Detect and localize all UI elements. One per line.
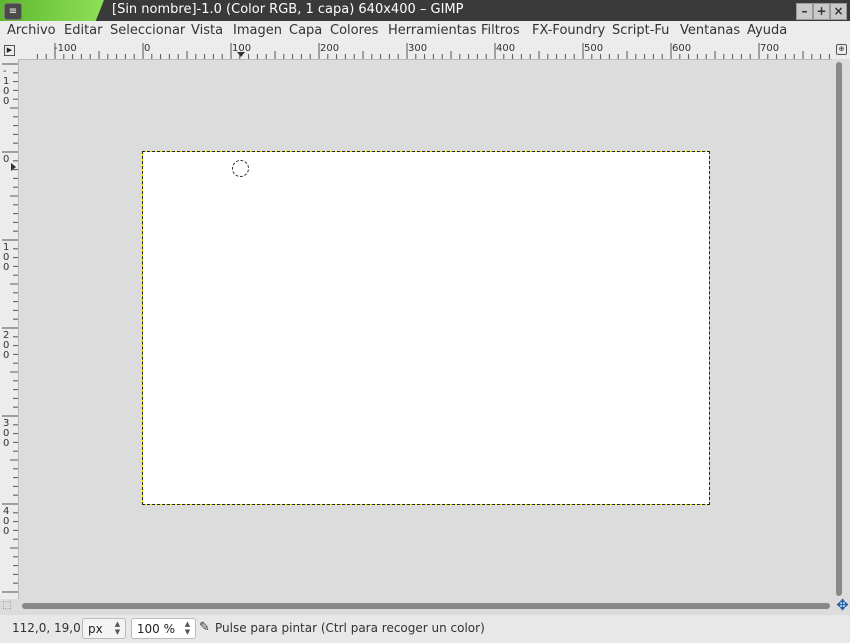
menu-colores[interactable]: Colores bbox=[330, 23, 378, 38]
minimize-button[interactable]: – bbox=[796, 3, 813, 20]
menu-editar[interactable]: Editar bbox=[64, 23, 103, 38]
window-title: [Sin nombre]-1.0 (Color RGB, 1 capa) 640… bbox=[112, 2, 464, 17]
pointer-coordinates: 112,0, 19,0 bbox=[12, 621, 81, 635]
image-canvas[interactable] bbox=[142, 151, 710, 505]
zoom-value: 100 % bbox=[136, 622, 175, 636]
ruler-h-label: 300 bbox=[408, 43, 427, 54]
title-bar: ≡ [Sin nombre]-1.0 (Color RGB, 1 capa) 6… bbox=[0, 0, 850, 21]
menu-toggle-button[interactable]: ▶ bbox=[0, 41, 18, 59]
spin-arrows-icon[interactable]: ▲ ▼ bbox=[112, 620, 123, 637]
ruler-v-label: -1 0 0 bbox=[3, 66, 9, 107]
menu-filtros[interactable]: Filtros bbox=[481, 23, 520, 38]
vertical-ruler-scale: -1 0 0 0 1 0 0 2 0 0 3 0 0 4 0 0 bbox=[2, 63, 18, 593]
ruler-v-label: 0 bbox=[3, 154, 9, 165]
ruler-v-label: 200 bbox=[3, 330, 9, 361]
ruler-v-label: 100 bbox=[3, 242, 9, 273]
unit-value: px bbox=[88, 622, 103, 636]
ruler-h-label: 0 bbox=[144, 43, 150, 54]
vertical-scrollbar[interactable] bbox=[836, 62, 842, 596]
horizontal-scrollbar[interactable] bbox=[22, 603, 830, 609]
menu-ayuda[interactable]: Ayuda bbox=[747, 23, 787, 38]
menu-capa[interactable]: Capa bbox=[289, 23, 322, 38]
status-bar: 112,0, 19,0 px ▲ ▼ 100 % ▲ ▼ ✎ Pulse para … bbox=[0, 615, 850, 643]
horizontal-ruler-scale: -100 0 100 200 300 400 500 600 700 bbox=[36, 43, 830, 59]
ruler-h-label: 200 bbox=[320, 43, 339, 54]
maximize-button[interactable]: + bbox=[813, 3, 830, 20]
ruler-pointer-marker bbox=[237, 52, 245, 57]
ruler-h-label: -100 bbox=[54, 43, 77, 54]
menu-script-fu[interactable]: Script-Fu bbox=[612, 23, 669, 38]
ruler-h-label: 700 bbox=[760, 43, 779, 54]
quick-mask-icon[interactable]: ⬚ bbox=[2, 600, 16, 612]
ruler-h-label: 600 bbox=[672, 43, 691, 54]
vertical-ruler[interactable]: -1 0 0 0 1 0 0 2 0 0 3 0 0 4 0 0 bbox=[0, 59, 19, 599]
menu-seleccionar[interactable]: Seleccionar bbox=[110, 23, 185, 38]
ruler-h-label: 500 bbox=[584, 43, 603, 54]
unit-select[interactable]: px ▲ ▼ bbox=[82, 618, 126, 639]
menu-bar: Archivo Editar Seleccionar Vista Imagen … bbox=[0, 21, 850, 41]
navigate-icon[interactable]: ✥ bbox=[835, 598, 850, 613]
spin-arrows-icon[interactable]: ▲ ▼ bbox=[182, 620, 193, 637]
menu-herramientas[interactable]: Herramientas bbox=[388, 23, 477, 38]
menu-imagen[interactable]: Imagen bbox=[233, 23, 282, 38]
zoom-input[interactable]: 100 % ▲ ▼ bbox=[131, 618, 196, 639]
ruler-v-label: 400 bbox=[3, 506, 9, 537]
menu-ventanas[interactable]: Ventanas bbox=[680, 23, 740, 38]
arrow-right-icon: ▶ bbox=[4, 45, 15, 56]
menu-vista[interactable]: Vista bbox=[191, 23, 223, 38]
magnifier-icon: ⊕ bbox=[836, 44, 847, 55]
ruler-v-label: 300 bbox=[3, 418, 9, 449]
close-button[interactable]: × bbox=[830, 3, 847, 20]
menu-fx-foundry[interactable]: FX-Foundry bbox=[532, 23, 605, 38]
status-message: Pulse para pintar (Ctrl para recoger un … bbox=[215, 621, 485, 635]
color-picker-icon: ✎ bbox=[199, 620, 210, 635]
menu-icon[interactable]: ≡ bbox=[4, 3, 22, 20]
brush-cursor bbox=[232, 160, 249, 177]
horizontal-ruler[interactable]: -100 0 100 200 300 400 500 600 700 bbox=[18, 41, 832, 60]
ruler-h-label: 400 bbox=[496, 43, 515, 54]
menu-archivo[interactable]: Archivo bbox=[7, 23, 56, 38]
zoom-image-toggle[interactable]: ⊕ bbox=[832, 41, 850, 59]
